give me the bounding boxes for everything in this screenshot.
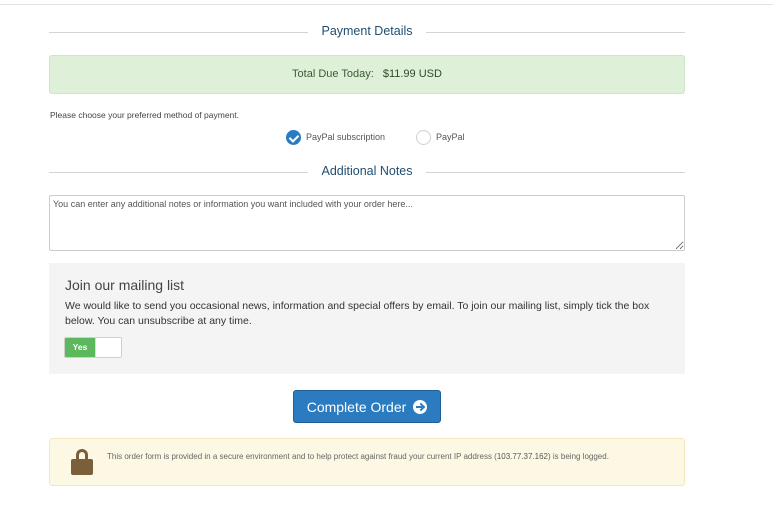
payment-option-paypal[interactable]: PayPal xyxy=(416,128,465,146)
mailing-list-toggle[interactable]: Yes xyxy=(64,337,122,358)
radio-unchecked-icon[interactable] xyxy=(416,129,431,145)
arrow-circle-right-icon xyxy=(413,399,428,414)
lock-icon xyxy=(71,449,93,475)
security-notice: This order form is provided in a secure … xyxy=(49,438,685,486)
payment-details-header: Payment Details xyxy=(49,23,685,43)
payment-method-prompt: Please choose your preferred method of p… xyxy=(50,110,239,120)
mailing-list-title: Join our mailing list xyxy=(65,277,185,293)
toggle-knob[interactable] xyxy=(95,338,121,357)
total-due-label: Total Due Today: xyxy=(292,68,374,80)
mailing-list-description: We would like to send you occasional new… xyxy=(65,300,650,327)
toggle-yes-label: Yes xyxy=(65,338,95,357)
additional-notes-header: Additional Notes xyxy=(49,163,685,183)
payment-option-label: PayPal subscription xyxy=(306,132,386,142)
security-notice-text: This order form is provided in a secure … xyxy=(107,452,609,461)
payment-option-paypal-subscription[interactable]: PayPal subscription xyxy=(286,128,385,146)
total-due-amount: $11.99 USD xyxy=(382,68,442,80)
complete-order-label: Complete Order xyxy=(306,398,407,415)
additional-notes-textarea[interactable] xyxy=(49,195,685,251)
payment-option-label: PayPal xyxy=(436,132,465,142)
complete-order-button[interactable]: Complete Order xyxy=(293,390,441,423)
mailing-list-panel: Join our mailing list We would like to s… xyxy=(49,263,685,374)
payment-details-title: Payment Details xyxy=(311,24,423,38)
top-divider xyxy=(0,4,773,5)
ip-address: 103.77.37.162 xyxy=(496,452,548,461)
additional-notes-title: Additional Notes xyxy=(311,164,423,178)
radio-checked-icon[interactable] xyxy=(286,129,301,145)
total-due-box: Total Due Today: $11.99 USD xyxy=(49,55,685,94)
